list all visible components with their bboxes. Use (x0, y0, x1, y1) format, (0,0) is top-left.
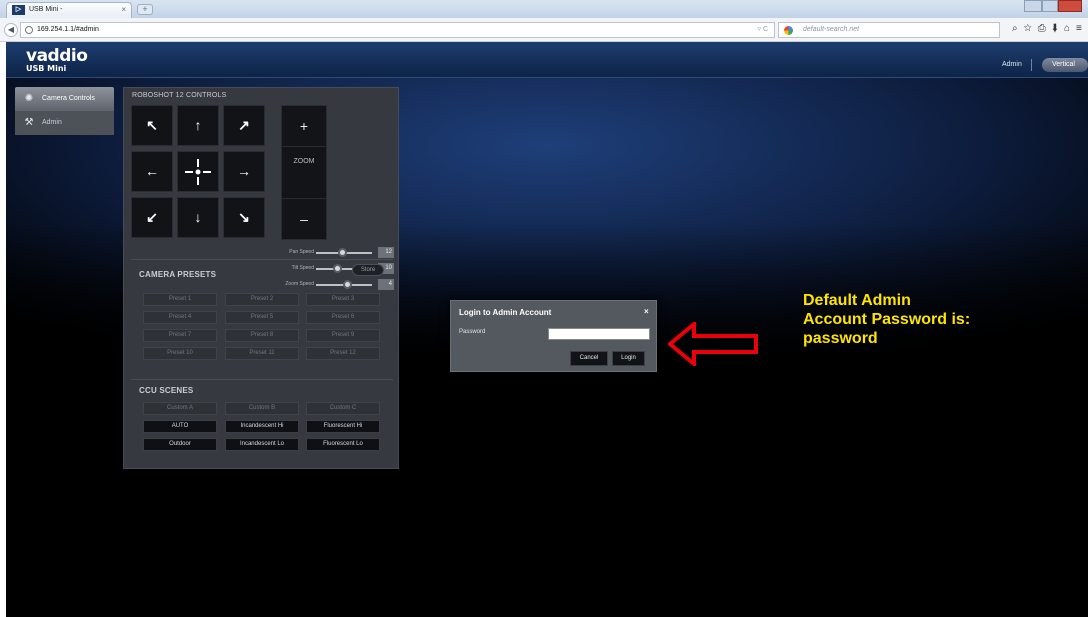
fluorescent-lo-button[interactable]: Fluorescent Lo (306, 438, 380, 451)
login-dialog: Login to Admin Account × Password Cancel… (450, 300, 657, 372)
search-placeholder: default-search.net (803, 26, 860, 33)
pan-left-button[interactable]: ← (131, 151, 173, 192)
zoom-label: ZOOM (281, 147, 327, 198)
tilt-down-button[interactable]: ↓ (177, 197, 219, 238)
toolbar-icons[interactable]: ⌕☆⎙⬇⌂≡ (1012, 23, 1088, 37)
tab-close-icon[interactable]: × (121, 3, 126, 17)
fluorescent-hi-button[interactable]: Fluorescent Hi (306, 420, 380, 433)
incandescent-lo-button[interactable]: Incandescent Lo (225, 438, 299, 451)
app-header: vaddio USB Mini Admin Vertical (6, 42, 1088, 78)
pan-speed-value: 12 (378, 247, 394, 258)
zoom-out-button[interactable]: – (281, 198, 327, 240)
preset-8-button[interactable]: Preset 8 (225, 329, 299, 342)
home-button[interactable] (177, 151, 219, 192)
incandescent-hi-button[interactable]: Incandescent Hi (225, 420, 299, 433)
camera-presets-section: CAMERA PRESETS Store Preset 1 Preset 2 P… (131, 259, 393, 371)
preset-2-button[interactable]: Preset 2 (225, 293, 299, 306)
sidebar-item-camera-controls[interactable]: ✺ Camera Controls (15, 87, 114, 111)
browser-tab-bar: ▷ USB Mini - × + (0, 0, 1088, 18)
sidebar-item-label: Admin (42, 119, 62, 126)
wrench-icon: ⚒ (24, 117, 34, 128)
search-input[interactable]: default-search.net (778, 22, 1000, 38)
crosshair-icon (185, 159, 211, 185)
password-label: Password (459, 329, 486, 335)
vertical-label: Vertical (1052, 61, 1075, 68)
logo-text: vaddio (26, 46, 88, 66)
reload-icon[interactable]: ▿ C (757, 23, 768, 37)
ccu-title: CCU SCENES (139, 386, 194, 395)
preset-1-button[interactable]: Preset 1 (143, 293, 217, 306)
sidebar-item-admin[interactable]: ⚒ Admin (15, 111, 114, 135)
camera-controls-panel: ROBOSHOT 12 CONTROLS ↖ ↑ ↗ ← → ↙ ↓ ↘ + Z… (123, 87, 399, 469)
preset-10-button[interactable]: Preset 10 (143, 347, 217, 360)
login-dialog-title: Login to Admin Account (459, 308, 552, 317)
vaddio-favicon-icon: ▷ (12, 5, 25, 15)
vertical-button[interactable]: Vertical (1042, 58, 1088, 72)
preset-6-button[interactable]: Preset 6 (306, 311, 380, 324)
maximize-icon[interactable] (1042, 0, 1058, 12)
camera-aperture-icon: ✺ (24, 93, 34, 104)
vaddio-logo: vaddio USB Mini (26, 46, 88, 74)
site-identity-icon (25, 26, 33, 34)
header-divider (1031, 59, 1032, 71)
preset-7-button[interactable]: Preset 7 (143, 329, 217, 342)
outdoor-scene-button[interactable]: Outdoor (143, 438, 217, 451)
preset-12-button[interactable]: Preset 12 (306, 347, 380, 360)
preset-9-button[interactable]: Preset 9 (306, 329, 380, 342)
browser-tab[interactable]: ▷ USB Mini - × (6, 2, 132, 18)
store-button[interactable]: Store (352, 264, 384, 276)
pan-down-left-button[interactable]: ↙ (131, 197, 173, 238)
url-text: 169.254.1.1/#admin (37, 26, 99, 33)
pan-right-button[interactable]: → (223, 151, 265, 192)
screenshot: ▷ USB Mini - × + ◀ 169.254.1.1/#admin ▿ … (0, 0, 1088, 617)
password-field[interactable] (548, 328, 650, 340)
zoom-in-button[interactable]: + (281, 105, 327, 147)
preset-3-button[interactable]: Preset 3 (306, 293, 380, 306)
browser-nav-bar: ◀ 169.254.1.1/#admin ▿ C default-search.… (0, 18, 1088, 42)
admin-link[interactable]: Admin (1002, 61, 1022, 68)
pan-speed-slider[interactable]: Pan Speed 12 (264, 247, 394, 258)
presets-title: CAMERA PRESETS (139, 270, 217, 279)
cancel-button[interactable]: Cancel (570, 351, 608, 366)
slider-thumb[interactable] (337, 248, 347, 257)
pan-up-right-button[interactable]: ↗ (223, 105, 265, 146)
annotation-line: password (803, 330, 878, 347)
tilt-up-button[interactable]: ↑ (177, 105, 219, 146)
sidebar-item-label: Camera Controls (42, 95, 95, 102)
tab-title: USB Mini - (29, 6, 63, 13)
address-bar[interactable]: 169.254.1.1/#admin ▿ C (20, 22, 775, 38)
panel-title: ROBOSHOT 12 CONTROLS (132, 92, 227, 99)
back-arrow-icon[interactable]: ◀ (4, 23, 18, 37)
annotation-line: Account Password is: (803, 311, 971, 328)
custom-c-button[interactable]: Custom C (306, 402, 380, 415)
search-engine-icon (784, 26, 793, 35)
new-tab-button[interactable]: + (137, 4, 153, 15)
sidebar: ✺ Camera Controls ⚒ Admin (15, 87, 114, 135)
ccu-scenes-section: CCU SCENES Custom A Custom B Custom C AU… (131, 379, 393, 464)
preset-11-button[interactable]: Preset 11 (225, 347, 299, 360)
custom-b-button[interactable]: Custom B (225, 402, 299, 415)
pan-down-right-button[interactable]: ↘ (223, 197, 265, 238)
auto-scene-button[interactable]: AUTO (143, 420, 217, 433)
close-icon[interactable]: × (644, 307, 649, 316)
preset-4-button[interactable]: Preset 4 (143, 311, 217, 324)
close-window-icon[interactable] (1058, 0, 1082, 12)
window-controls (1024, 0, 1084, 12)
annotation-line: Default Admin (803, 292, 911, 309)
pan-up-left-button[interactable]: ↖ (131, 105, 173, 146)
red-arrow-icon (668, 322, 758, 366)
preset-5-button[interactable]: Preset 5 (225, 311, 299, 324)
pan-speed-label: Pan Speed (289, 249, 314, 255)
custom-a-button[interactable]: Custom A (143, 402, 217, 415)
annotation-note: Default Admin Account Password is: passw… (803, 291, 1043, 348)
login-button[interactable]: Login (612, 351, 645, 366)
minimize-icon[interactable] (1024, 0, 1042, 12)
